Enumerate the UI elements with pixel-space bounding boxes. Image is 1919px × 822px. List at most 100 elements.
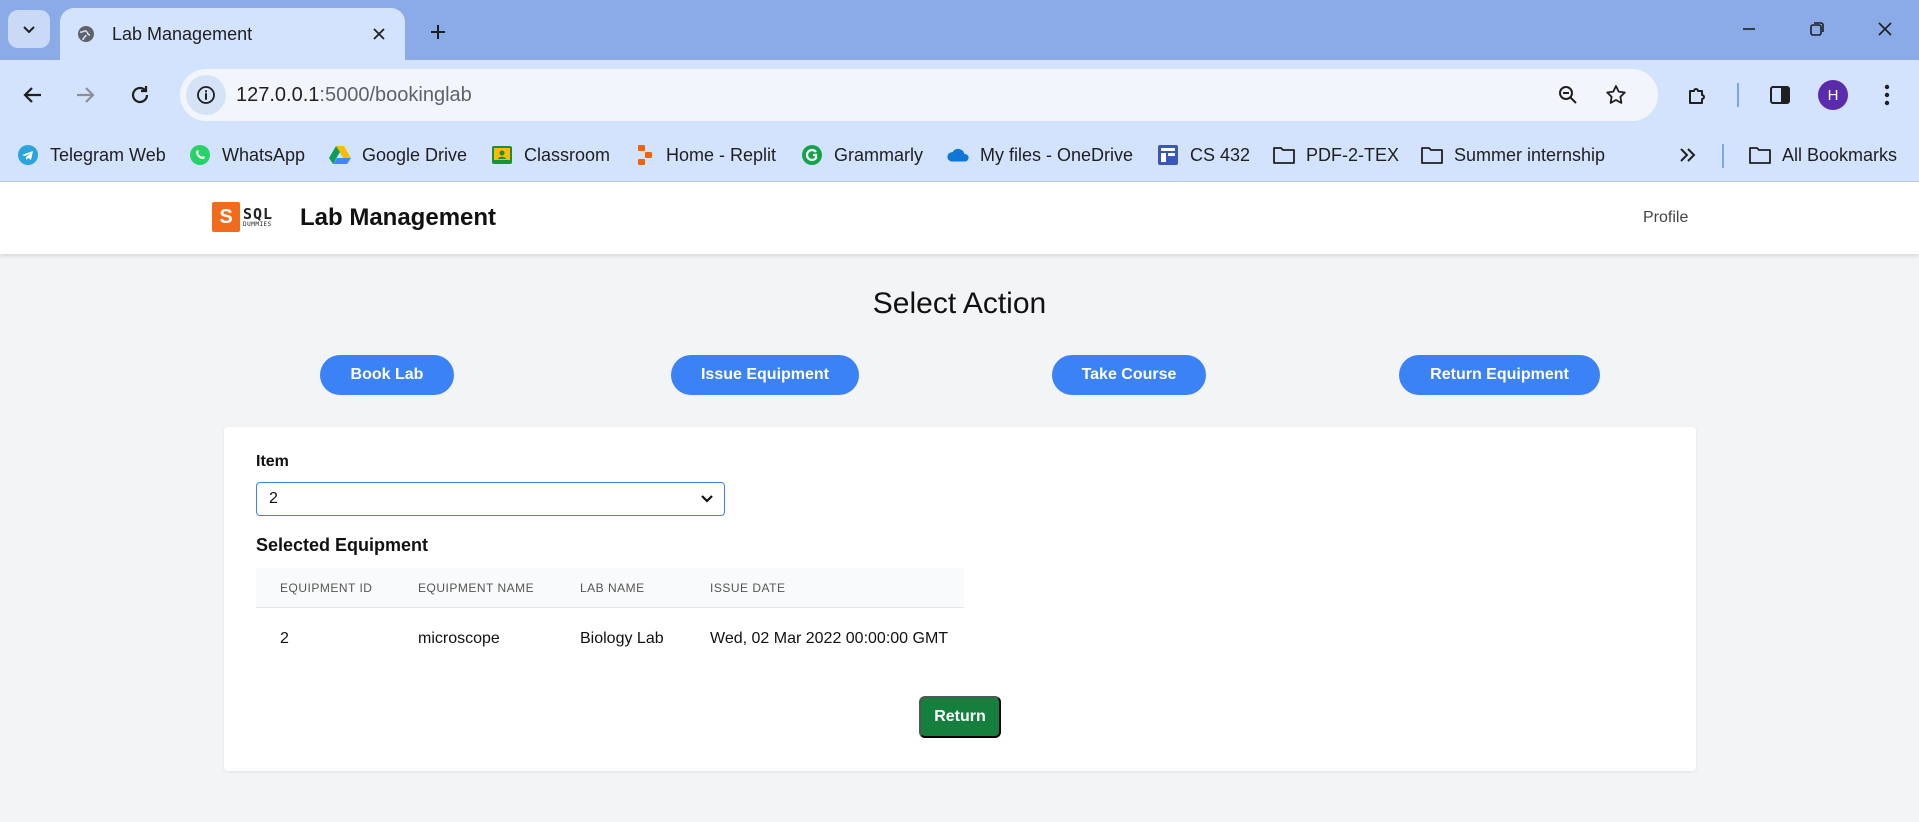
globe-icon (74, 22, 98, 46)
back-button[interactable] (11, 73, 55, 117)
page-title: Select Action (872, 287, 1047, 320)
whatsapp-icon (188, 143, 212, 167)
column-header: LAB NAME (580, 581, 645, 595)
browser-tabstrip: Lab Management (0, 0, 1919, 60)
url-host: 127.0.0.1 (236, 83, 320, 106)
minimize-button[interactable] (1724, 10, 1774, 48)
arrow-right-icon (77, 87, 95, 103)
close-icon[interactable] (367, 22, 391, 46)
browser-toolbar: 127.0.0.1:5000/bookinglab H (0, 60, 1919, 130)
star-icon[interactable] (1596, 75, 1636, 115)
equipment-table: EQUIPMENT ID EQUIPMENT NAME LAB NAME ISS… (256, 568, 964, 666)
tab-search-button[interactable] (8, 10, 50, 48)
table-header: EQUIPMENT ID EQUIPMENT NAME LAB NAME ISS… (256, 568, 964, 608)
classroom-icon (490, 143, 514, 167)
extensions-button[interactable] (1676, 73, 1720, 117)
reload-icon (131, 86, 149, 104)
chevron-down-icon (701, 495, 713, 503)
logo-letter: S (212, 202, 240, 232)
avatar: H (1818, 80, 1848, 110)
url-path: :5000/bookinglab (319, 83, 472, 106)
folder-icon (1748, 143, 1772, 167)
url-text: 127.0.0.1:5000/bookinglab (236, 84, 472, 107)
folder-icon (1420, 143, 1444, 167)
browser-tab-active[interactable]: Lab Management (60, 8, 405, 60)
table-row: 2 microscope Biology Lab Wed, 02 Mar 202… (256, 608, 964, 666)
bookmark-telegram[interactable]: Telegram Web (16, 139, 166, 171)
bookmark-grammarly[interactable]: Grammarly (800, 139, 923, 171)
bookmark-summer-internship[interactable]: Summer internship (1420, 139, 1605, 171)
bookmark-onedrive[interactable]: My files - OneDrive (946, 139, 1133, 171)
bookmark-label: Classroom (524, 144, 611, 165)
new-tab-button[interactable] (420, 14, 456, 50)
replit-icon (632, 143, 656, 167)
lab-name-cell: Biology Lab (580, 630, 664, 647)
menu-button[interactable] (1865, 73, 1909, 117)
bookmark-google-drive[interactable]: Google Drive (328, 139, 467, 171)
bookmark-replit[interactable]: Home - Replit (632, 139, 776, 171)
bookmark-label: Summer internship (1454, 144, 1606, 165)
bookmark-label: Grammarly (834, 144, 923, 165)
bookmark-label: Telegram Web (50, 144, 166, 165)
bookmark-label: CS 432 (1190, 144, 1251, 165)
bookmark-pdf-2-tex[interactable]: PDF-2-TEX (1272, 139, 1399, 171)
google-drive-icon (328, 143, 352, 167)
folder-icon (1272, 143, 1296, 167)
course-icon (1156, 143, 1180, 167)
profile-button[interactable]: H (1811, 73, 1855, 117)
restore-button[interactable] (1792, 10, 1842, 48)
column-header: EQUIPMENT ID (280, 581, 373, 595)
address-bar[interactable]: 127.0.0.1:5000/bookinglab (180, 69, 1658, 121)
logo-word: SQL (243, 204, 274, 223)
item-label: Item (256, 453, 289, 470)
forward-button[interactable] (63, 73, 107, 117)
bookmarks-bar: Telegram Web WhatsApp Google Drive Class… (0, 130, 1919, 182)
more-bookmarks-button[interactable] (1678, 139, 1696, 171)
return-equipment-button[interactable]: Return Equipment (1399, 355, 1600, 395)
reload-button[interactable] (118, 73, 162, 117)
toolbar-divider (1737, 83, 1739, 107)
zoom-icon[interactable] (1548, 75, 1588, 115)
site-info-icon[interactable] (186, 75, 226, 115)
bookmark-cs432[interactable]: CS 432 (1156, 139, 1250, 171)
take-course-button[interactable]: Take Course (1052, 355, 1206, 395)
issue-equipment-button[interactable]: Issue Equipment (671, 355, 859, 395)
book-lab-button[interactable]: Book Lab (320, 355, 454, 395)
column-header: EQUIPMENT NAME (418, 581, 535, 595)
grammarly-icon (800, 143, 824, 167)
logo-sub: DUMMIES (243, 220, 272, 228)
restore-icon (1810, 22, 1824, 36)
bookmark-label: My files - OneDrive (980, 144, 1134, 165)
close-icon (1878, 22, 1892, 36)
onedrive-icon (946, 143, 970, 167)
selected-equipment-heading: Selected Equipment (256, 535, 429, 555)
side-panel-icon (1770, 86, 1790, 104)
return-button[interactable]: Return (919, 696, 1001, 738)
close-window-button[interactable] (1860, 10, 1910, 48)
puzzle-icon (1689, 88, 1705, 104)
bookmark-whatsapp[interactable]: WhatsApp (188, 139, 305, 171)
more-vert-icon (1884, 84, 1890, 106)
double-chevron-right-icon (1680, 148, 1696, 162)
bookmark-label: PDF-2-TEX (1306, 144, 1400, 165)
item-select-value: 2 (269, 490, 278, 507)
bookmark-label: Google Drive (362, 144, 468, 165)
bookmarks-divider (1722, 144, 1724, 168)
minimize-icon (1743, 28, 1755, 30)
all-bookmarks-label: All Bookmarks (1782, 144, 1898, 165)
logo-text: SQL DUMMIES (243, 204, 274, 228)
column-header: ISSUE DATE (710, 581, 786, 595)
all-bookmarks[interactable]: All Bookmarks (1748, 139, 1897, 171)
bookmark-classroom[interactable]: Classroom (490, 139, 610, 171)
app-title: Lab Management (300, 204, 497, 231)
telegram-icon (16, 143, 40, 167)
bookmark-label: Home - Replit (666, 144, 777, 165)
profile-link[interactable]: Profile (1643, 209, 1688, 227)
side-panel-button[interactable] (1758, 73, 1802, 117)
return-equipment-card: Item 2 Selected Equipment EQUIPMENT ID E… (224, 427, 1696, 771)
item-select[interactable]: 2 (256, 482, 725, 516)
tab-title: Lab Management (112, 23, 253, 44)
equipment-name-cell: microscope (418, 630, 500, 647)
app-logo[interactable]: S SQL DUMMIES (212, 200, 284, 234)
chevron-down-icon (23, 26, 35, 34)
